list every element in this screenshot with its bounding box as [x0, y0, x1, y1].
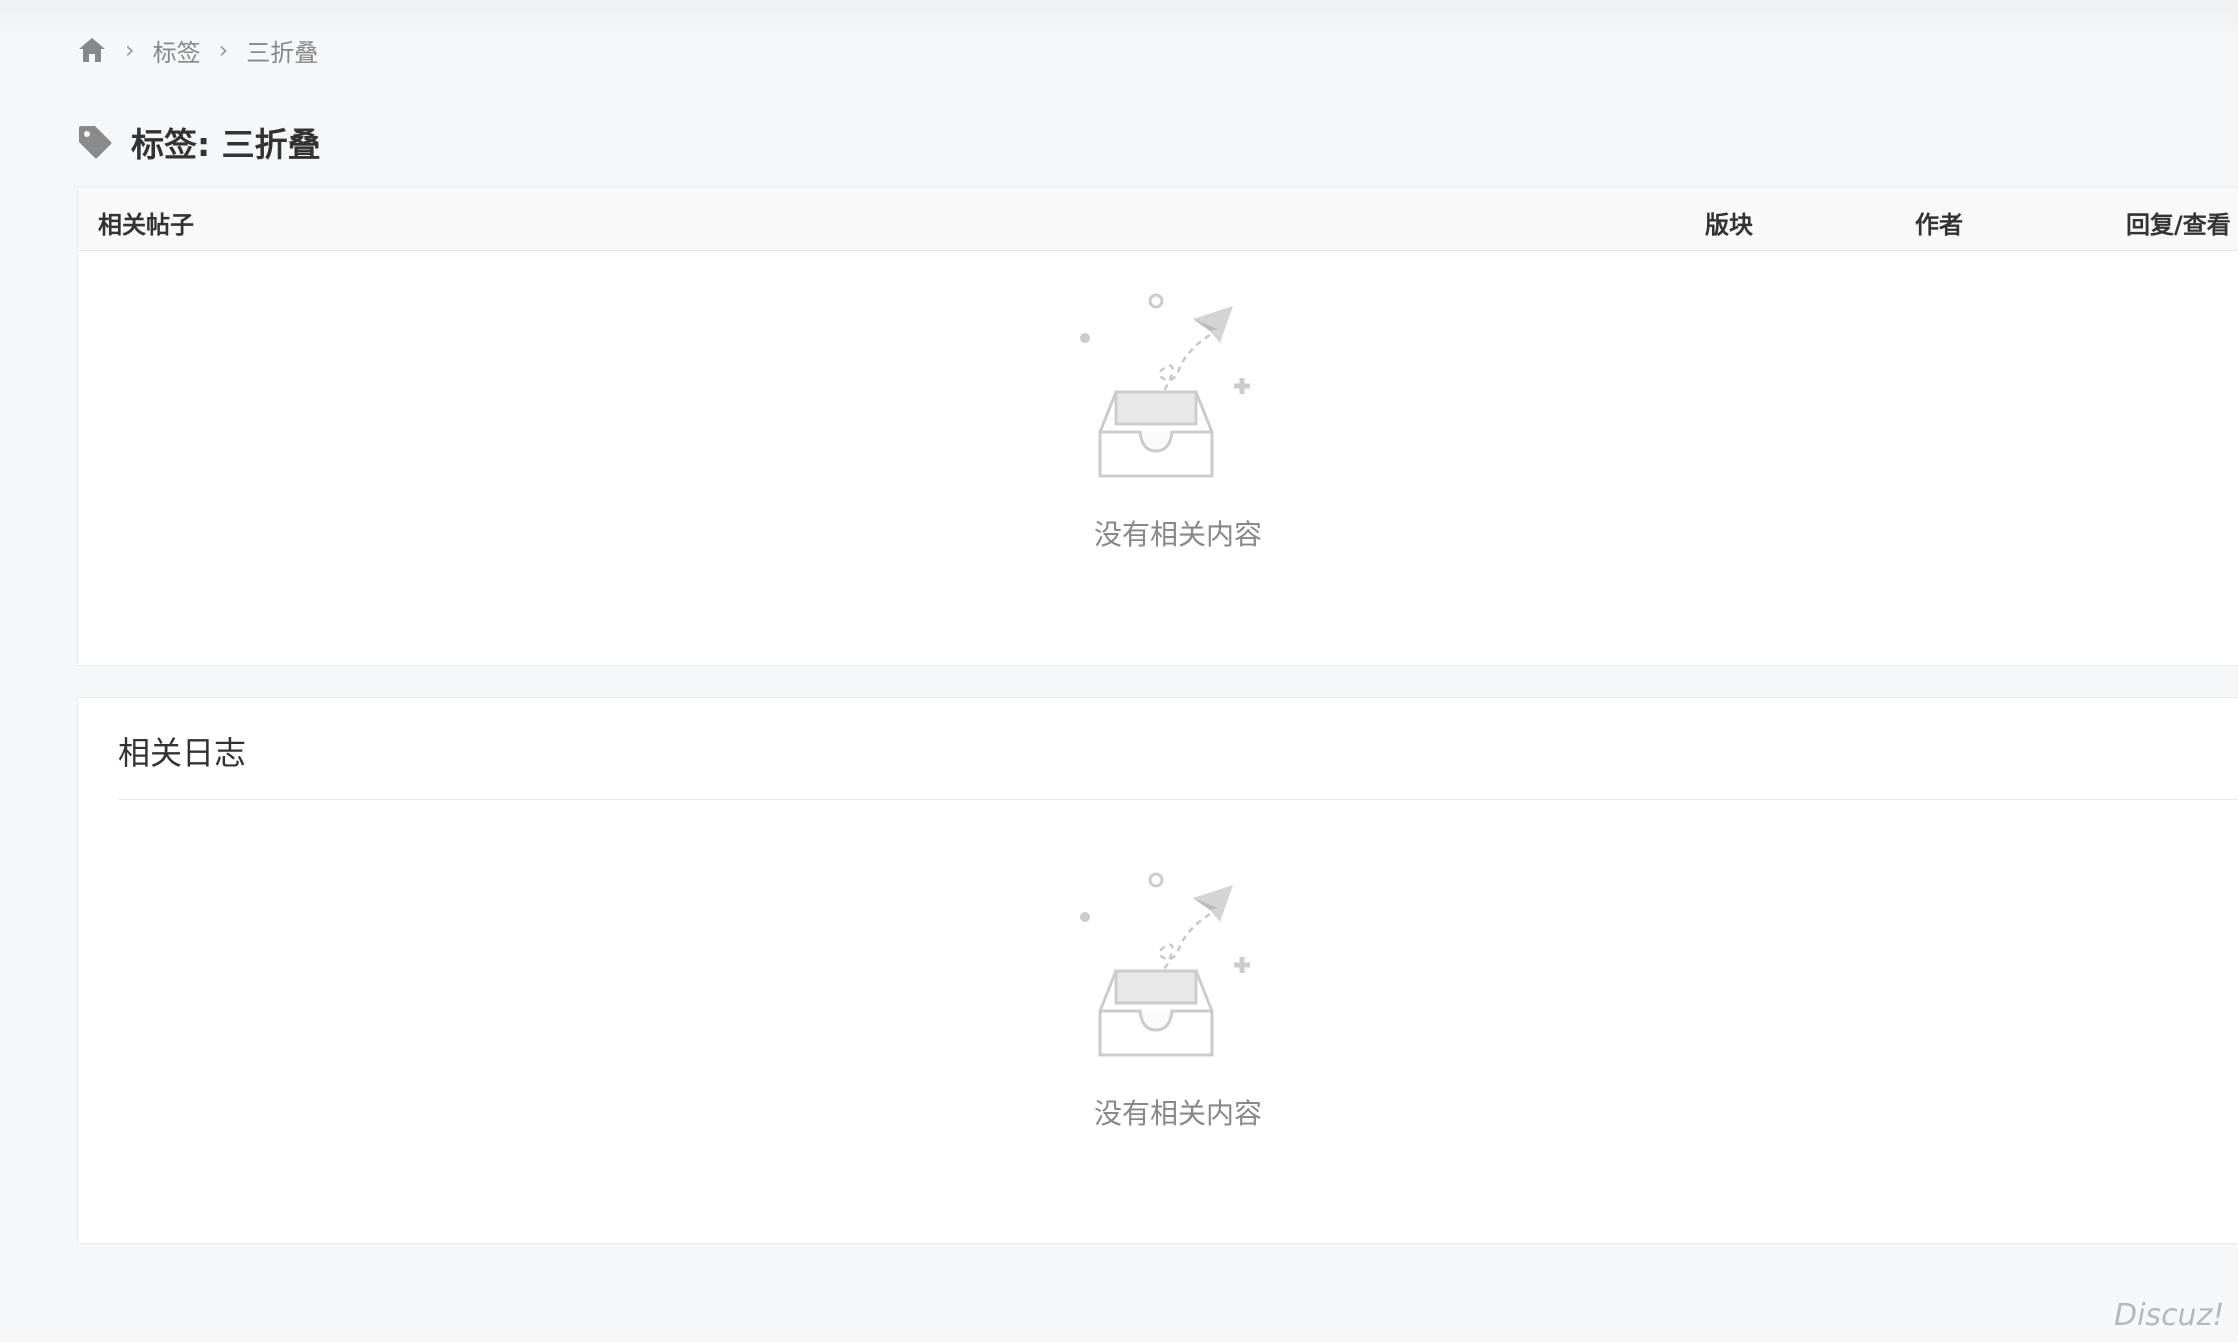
top-shade [0, 0, 2238, 40]
empty-state: 没有相关内容 [78, 289, 2238, 553]
divider [118, 799, 2238, 800]
breadcrumb: › 标签 › 三折叠 [77, 32, 318, 68]
column-header-forum: 版块 [1705, 211, 1753, 239]
home-icon[interactable] [77, 36, 107, 64]
watermark: Discuz! [2114, 1298, 2225, 1333]
breadcrumb-link-tags[interactable]: 标签 [153, 33, 201, 68]
page-title-text: 标签: 三折叠 [131, 125, 321, 164]
table-header: 相关帖子 版块 作者 回复/查看 [78, 187, 2238, 251]
breadcrumb-separator: › [218, 36, 229, 64]
related-logs-section: 相关日志 没有相关内容 [77, 697, 2238, 1244]
page-title: 标签: 三折叠 [77, 118, 321, 166]
empty-inbox-icon [1080, 293, 1250, 478]
column-header-threads: 相关帖子 [98, 211, 194, 239]
empty-state: 没有相关内容 [78, 868, 2238, 1132]
related-threads-table: 相关帖子 版块 作者 回复/查看 没有相关内容 [77, 186, 2238, 666]
empty-state-text: 没有相关内容 [1093, 1097, 1262, 1130]
empty-inbox-icon [1080, 872, 1250, 1057]
tag-icon [79, 126, 112, 159]
column-header-author: 作者 [1915, 211, 1963, 239]
section-title: 相关日志 [118, 734, 247, 772]
breadcrumb-link-current-tag[interactable]: 三折叠 [246, 33, 318, 68]
column-header-replies-views: 回复/查看 [2126, 211, 2231, 239]
empty-state-text: 没有相关内容 [1093, 518, 1262, 551]
breadcrumb-separator: › [125, 36, 135, 64]
